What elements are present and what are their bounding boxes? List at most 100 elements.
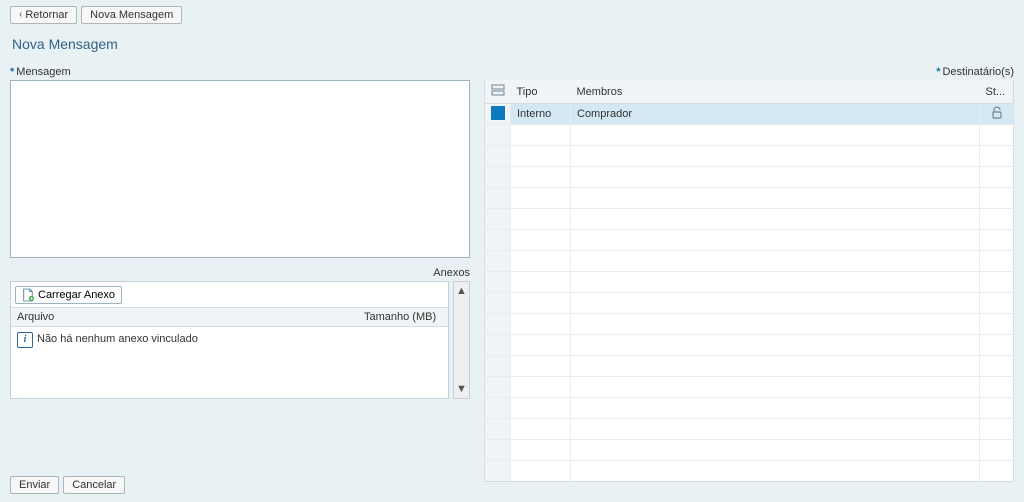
row-tipo: Interno bbox=[511, 104, 571, 125]
row-flag-cell[interactable] bbox=[485, 377, 511, 398]
row-status[interactable] bbox=[980, 335, 1014, 356]
upload-attachment-button[interactable]: Carregar Anexo bbox=[15, 286, 122, 304]
row-status[interactable] bbox=[980, 209, 1014, 230]
row-flag-cell[interactable] bbox=[485, 188, 511, 209]
attachments-scrollbar[interactable]: ▲ ▼ bbox=[453, 281, 470, 399]
cancel-button[interactable]: Cancelar bbox=[63, 476, 125, 494]
table-row[interactable] bbox=[485, 272, 1014, 293]
attachments-empty-row: iNão há nenhum anexo vinculado bbox=[11, 327, 448, 354]
row-membros bbox=[571, 167, 980, 188]
row-membros bbox=[571, 440, 980, 461]
row-status[interactable] bbox=[980, 356, 1014, 377]
table-row[interactable] bbox=[485, 461, 1014, 482]
row-status[interactable] bbox=[980, 461, 1014, 482]
row-status[interactable] bbox=[980, 314, 1014, 335]
attachments-col-file: Arquivo bbox=[11, 308, 358, 327]
row-tipo bbox=[511, 251, 571, 272]
table-row[interactable] bbox=[485, 188, 1014, 209]
row-status[interactable] bbox=[980, 146, 1014, 167]
table-row[interactable] bbox=[485, 167, 1014, 188]
row-flag-cell[interactable] bbox=[485, 314, 511, 335]
row-flag-cell[interactable] bbox=[485, 146, 511, 167]
table-row[interactable] bbox=[485, 356, 1014, 377]
row-flag-cell[interactable] bbox=[485, 293, 511, 314]
row-flag-cell[interactable] bbox=[485, 125, 511, 146]
row-tipo bbox=[511, 419, 571, 440]
row-status[interactable] bbox=[980, 125, 1014, 146]
row-membros bbox=[571, 377, 980, 398]
row-flag-cell[interactable] bbox=[485, 272, 511, 293]
message-label: *Mensagem bbox=[10, 66, 71, 78]
row-status[interactable] bbox=[980, 230, 1014, 251]
upload-attachment-label: Carregar Anexo bbox=[38, 289, 115, 301]
row-status[interactable] bbox=[980, 440, 1014, 461]
row-tipo bbox=[511, 167, 571, 188]
recipients-col-membros[interactable]: Membros bbox=[571, 80, 980, 104]
file-add-icon bbox=[22, 288, 34, 302]
table-row[interactable] bbox=[485, 251, 1014, 272]
row-status[interactable] bbox=[980, 398, 1014, 419]
send-button[interactable]: Enviar bbox=[10, 476, 59, 494]
row-status[interactable] bbox=[980, 293, 1014, 314]
row-flag-cell[interactable] bbox=[485, 251, 511, 272]
new-message-button[interactable]: Nova Mensagem bbox=[81, 6, 182, 24]
row-membros bbox=[571, 146, 980, 167]
table-row[interactable] bbox=[485, 209, 1014, 230]
row-membros bbox=[571, 356, 980, 377]
row-tipo bbox=[511, 188, 571, 209]
table-row[interactable] bbox=[485, 440, 1014, 461]
table-row[interactable] bbox=[485, 419, 1014, 440]
row-membros bbox=[571, 314, 980, 335]
table-row[interactable] bbox=[485, 146, 1014, 167]
scroll-down-icon[interactable]: ▼ bbox=[454, 380, 469, 398]
row-tipo bbox=[511, 293, 571, 314]
row-status[interactable] bbox=[980, 104, 1014, 125]
table-row[interactable]: InternoComprador bbox=[485, 104, 1014, 125]
message-textarea[interactable] bbox=[10, 80, 470, 258]
table-row[interactable] bbox=[485, 293, 1014, 314]
recipients-col-st[interactable]: St... bbox=[980, 80, 1014, 104]
row-membros: Comprador bbox=[571, 104, 980, 125]
row-status[interactable] bbox=[980, 251, 1014, 272]
row-flag-cell[interactable] bbox=[485, 167, 511, 188]
table-row[interactable] bbox=[485, 314, 1014, 335]
row-status[interactable] bbox=[980, 167, 1014, 188]
row-flag-cell[interactable] bbox=[485, 398, 511, 419]
recipients-col-tipo[interactable]: Tipo bbox=[511, 80, 571, 104]
table-row[interactable] bbox=[485, 377, 1014, 398]
row-flag-cell[interactable] bbox=[485, 461, 511, 482]
row-status[interactable] bbox=[980, 188, 1014, 209]
recipients-label: *Destinatário(s) bbox=[71, 66, 1014, 78]
row-flag-cell[interactable] bbox=[485, 335, 511, 356]
row-tipo bbox=[511, 125, 571, 146]
recipients-col-select[interactable] bbox=[485, 80, 511, 104]
row-membros bbox=[571, 293, 980, 314]
row-flag-cell[interactable] bbox=[485, 356, 511, 377]
row-status[interactable] bbox=[980, 272, 1014, 293]
row-membros bbox=[571, 251, 980, 272]
row-tipo bbox=[511, 377, 571, 398]
back-button-label: Retornar bbox=[25, 8, 68, 22]
table-row[interactable] bbox=[485, 398, 1014, 419]
row-tipo bbox=[511, 398, 571, 419]
row-flag-cell[interactable] bbox=[485, 230, 511, 251]
row-status[interactable] bbox=[980, 419, 1014, 440]
unlock-icon bbox=[990, 106, 1004, 120]
row-flag-cell[interactable] bbox=[485, 209, 511, 230]
row-tipo bbox=[511, 146, 571, 167]
row-membros bbox=[571, 125, 980, 146]
row-tipo bbox=[511, 272, 571, 293]
back-button[interactable]: ‹ Retornar bbox=[10, 6, 77, 24]
new-message-button-label: Nova Mensagem bbox=[90, 8, 173, 22]
row-status[interactable] bbox=[980, 377, 1014, 398]
table-row[interactable] bbox=[485, 230, 1014, 251]
row-selected-marker bbox=[491, 106, 505, 120]
row-flag-cell[interactable] bbox=[485, 104, 511, 125]
row-flag-cell[interactable] bbox=[485, 440, 511, 461]
chevron-left-icon: ‹ bbox=[19, 8, 22, 22]
table-row[interactable] bbox=[485, 125, 1014, 146]
attachments-col-size: Tamanho (MB) bbox=[358, 308, 448, 327]
scroll-up-icon[interactable]: ▲ bbox=[454, 282, 469, 300]
row-flag-cell[interactable] bbox=[485, 419, 511, 440]
table-row[interactable] bbox=[485, 335, 1014, 356]
